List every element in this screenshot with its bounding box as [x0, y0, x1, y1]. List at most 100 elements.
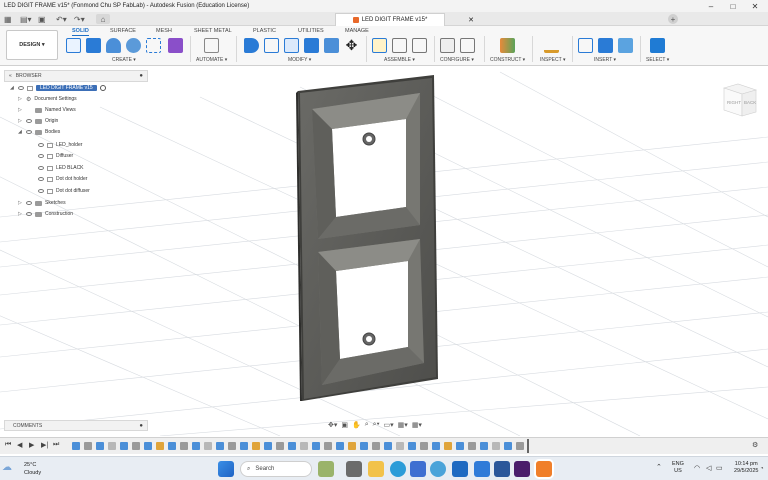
collapse-icon[interactable]: «: [9, 73, 12, 79]
configure-table-icon[interactable]: [460, 38, 475, 53]
pan-icon[interactable]: ✋: [352, 421, 361, 429]
timeline-feature-icon[interactable]: [84, 442, 92, 450]
timeline-feature-icon[interactable]: [96, 442, 104, 450]
fillet-icon[interactable]: [264, 38, 279, 53]
battery-icon[interactable]: ▭: [716, 464, 723, 472]
browser-panel-header[interactable]: « BROWSER ●: [4, 70, 148, 82]
browser-item-dot-dot-diffuser[interactable]: Dot dot diffuser: [38, 186, 90, 196]
visibility-icon[interactable]: [38, 166, 44, 170]
clock[interactable]: 10:14 pm 29/5/2025: [734, 461, 758, 475]
visibility-icon[interactable]: [38, 143, 44, 147]
timeline-feature-icon[interactable]: [180, 442, 188, 450]
comments-panel-header[interactable]: COMMENTS ●: [4, 420, 148, 431]
move-icon[interactable]: ✥: [344, 38, 359, 53]
timeline-feature-icon[interactable]: [144, 442, 152, 450]
automate-menu[interactable]: AUTOMATE ▾: [196, 57, 227, 63]
form-icon[interactable]: [168, 38, 183, 53]
joint-icon[interactable]: [392, 38, 407, 53]
viewports-icon[interactable]: ▦▾: [412, 421, 422, 429]
timeline-marker[interactable]: [527, 439, 529, 453]
activate-radio[interactable]: [99, 85, 106, 91]
visibility-icon[interactable]: [38, 177, 44, 181]
pattern-icon[interactable]: [146, 38, 161, 53]
timeline-feature-icon[interactable]: [444, 442, 452, 450]
visibility-icon[interactable]: [26, 212, 32, 216]
new-tab-icon[interactable]: +: [668, 14, 678, 24]
task-view-icon[interactable]: [346, 461, 362, 477]
extrude-icon[interactable]: [86, 38, 101, 53]
go-to-start-icon[interactable]: ⏮: [5, 441, 11, 449]
store-icon[interactable]: [410, 461, 426, 477]
weather-widget[interactable]: 25°C Cloudy: [24, 461, 41, 477]
app-grid-icon[interactable]: ▦: [4, 14, 12, 24]
fusion-taskbar-icon[interactable]: [536, 461, 552, 477]
speaker-icon[interactable]: ◁: [706, 464, 711, 472]
grid-settings-icon[interactable]: ▦▾: [398, 421, 408, 429]
measure-icon[interactable]: [544, 38, 559, 53]
insert-derive-icon[interactable]: [578, 38, 593, 53]
timeline-feature-icon[interactable]: [120, 442, 128, 450]
timeline-feature-icon[interactable]: [240, 442, 248, 450]
visibility-icon[interactable]: [26, 201, 32, 205]
home-icon[interactable]: ⌂: [96, 14, 110, 24]
fit-icon[interactable]: ⌕▾: [373, 421, 380, 429]
timeline-feature-icon[interactable]: [324, 442, 332, 450]
timeline-feature-icon[interactable]: [408, 442, 416, 450]
chrome-icon[interactable]: [430, 461, 446, 477]
expand-icon[interactable]: ▷: [18, 211, 23, 217]
look-at-icon[interactable]: ▣: [341, 421, 348, 429]
browser-item-sketches[interactable]: ▷ Sketches: [18, 198, 66, 208]
browser-item-bodies[interactable]: ◢ Bodies: [18, 127, 60, 137]
go-to-end-icon[interactable]: ⏭: [53, 441, 59, 449]
step-back-icon[interactable]: ◀: [17, 441, 22, 449]
workspace-switcher[interactable]: DESIGN ▾: [6, 30, 58, 60]
visibility-icon[interactable]: [38, 189, 44, 193]
word-icon[interactable]: [494, 461, 510, 477]
led-digit-frame-model[interactable]: [296, 75, 438, 401]
timeline-feature-icon[interactable]: [516, 442, 524, 450]
revolve-icon[interactable]: [106, 38, 121, 53]
insert-menu[interactable]: INSERT ▾: [594, 57, 616, 63]
new-component-icon[interactable]: [66, 38, 81, 53]
orbit-icon[interactable]: ✥▾: [328, 421, 337, 429]
timeline-feature-icon[interactable]: [228, 442, 236, 450]
expand-icon[interactable]: ▷: [18, 118, 23, 124]
step-forward-icon[interactable]: ▶|: [41, 441, 48, 449]
search-box[interactable]: ⌕ Search: [240, 461, 312, 477]
timeline-feature-icon[interactable]: [156, 442, 164, 450]
timeline-feature-icon[interactable]: [348, 442, 356, 450]
display-settings-icon[interactable]: ▭▾: [384, 421, 394, 429]
undo-icon[interactable]: ↶▾: [56, 14, 67, 24]
inspect-menu[interactable]: INSPECT ▾: [540, 57, 565, 63]
file-menu-icon[interactable]: ▤▾: [20, 14, 32, 24]
visibility-icon[interactable]: [26, 119, 32, 123]
visibility-icon[interactable]: [26, 130, 32, 134]
notification-bell-icon[interactable]: ◔: [760, 466, 764, 472]
visibility-icon[interactable]: [18, 86, 24, 90]
timeline-feature-icon[interactable]: [300, 442, 308, 450]
viewcube[interactable]: RIGHT BACK: [720, 80, 762, 120]
tab-manage[interactable]: MANAGE: [345, 28, 369, 34]
browser-root[interactable]: ◢ LED DIGIT FRAME v15: [10, 83, 106, 93]
file-explorer-icon[interactable]: [368, 461, 384, 477]
select-icon[interactable]: [650, 38, 665, 53]
timeline-feature-icon[interactable]: [396, 442, 404, 450]
timeline-feature-icon[interactable]: [384, 442, 392, 450]
language-indicator[interactable]: ENG US: [672, 461, 684, 475]
timeline-feature-icon[interactable]: [312, 442, 320, 450]
timeline-feature-icon[interactable]: [468, 442, 476, 450]
construct-menu[interactable]: CONSTRUCT ▾: [490, 57, 525, 63]
outlook-icon[interactable]: [452, 461, 468, 477]
tab-surface[interactable]: SURFACE: [110, 28, 136, 34]
timeline-feature-icon[interactable]: [492, 442, 500, 450]
as-built-joint-icon[interactable]: [412, 38, 427, 53]
minimize-button[interactable]: –: [700, 0, 722, 12]
dreamweaver-icon[interactable]: [514, 461, 530, 477]
tab-plastic[interactable]: PLASTIC: [253, 28, 276, 34]
teams-icon[interactable]: [474, 461, 490, 477]
timeline-feature-icon[interactable]: [276, 442, 284, 450]
timeline-feature-icon[interactable]: [192, 442, 200, 450]
timeline-feature-icon[interactable]: [132, 442, 140, 450]
expand-icon[interactable]: ▷: [18, 200, 23, 206]
expand-icon[interactable]: ◢: [18, 129, 23, 135]
